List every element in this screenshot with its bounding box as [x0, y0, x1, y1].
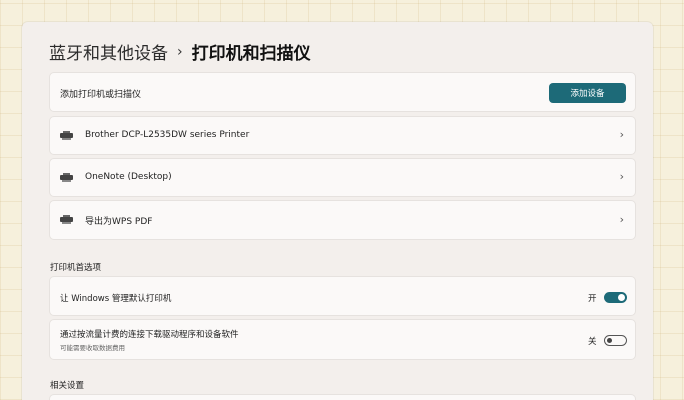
printer-name: OneNote (Desktop)	[85, 172, 172, 182]
breadcrumb-parent[interactable]: 蓝牙和其他设备	[49, 39, 168, 64]
related-settings-card	[49, 394, 636, 400]
add-printer-card: 添加打印机或扫描仪 添加设备	[49, 72, 636, 112]
printer-icon	[60, 215, 73, 224]
add-printer-label: 添加打印机或扫描仪	[60, 90, 142, 100]
chevron-right-icon: ›	[619, 170, 624, 183]
printer-name: 导出为WPS PDF	[85, 217, 153, 227]
metered-download-row: 通过按流量计费的连接下载驱动程序和设备软件 可能需要收取数据费用 关	[49, 319, 636, 360]
manage-default-label: 让 Windows 管理默认打印机	[60, 294, 172, 304]
breadcrumb-separator-icon: ›	[177, 43, 183, 60]
related-settings-heading: 相关设置	[50, 381, 85, 391]
printer-row-wps-pdf[interactable]: 导出为WPS PDF ›	[49, 200, 636, 240]
manage-default-printer-row: 让 Windows 管理默认打印机 开	[49, 276, 636, 316]
printer-row-onenote[interactable]: OneNote (Desktop) ›	[49, 158, 636, 197]
manage-default-toggle[interactable]	[604, 292, 627, 303]
printer-name: Brother DCP-L2535DW series Printer	[85, 130, 250, 140]
page-title: 打印机和扫描仪	[191, 44, 311, 64]
metered-download-toggle[interactable]	[604, 335, 627, 346]
printer-icon	[60, 131, 73, 140]
printer-icon	[60, 173, 73, 182]
chevron-right-icon: ›	[619, 128, 624, 141]
add-device-button[interactable]: 添加设备	[549, 83, 626, 103]
toggle-state-text: 开	[588, 294, 597, 304]
breadcrumb: 蓝牙和其他设备 › 打印机和扫描仪	[49, 39, 311, 65]
printer-row-brother[interactable]: Brother DCP-L2535DW series Printer ›	[49, 116, 636, 155]
settings-window: 蓝牙和其他设备 › 打印机和扫描仪 添加打印机或扫描仪 添加设备 Brother…	[22, 22, 653, 400]
metered-download-label: 通过按流量计费的连接下载驱动程序和设备软件	[60, 330, 239, 340]
toggle-state-text: 关	[588, 337, 597, 347]
printer-preferences-heading: 打印机首选项	[50, 263, 102, 273]
metered-download-sublabel: 可能需要收取数据费用	[60, 344, 125, 352]
chevron-right-icon: ›	[619, 213, 624, 226]
